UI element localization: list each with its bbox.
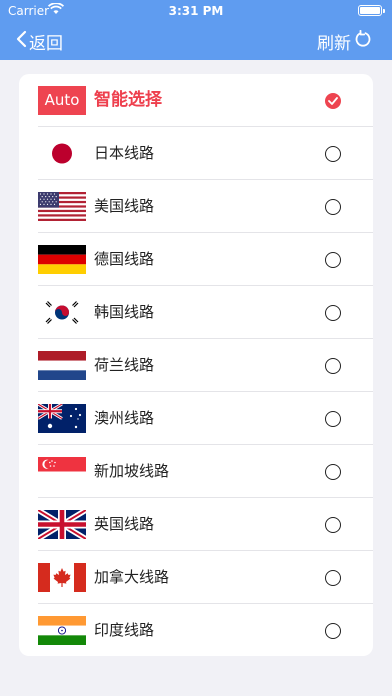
refresh-button[interactable]: 刷新 <box>317 28 372 54</box>
japan-flag-icon <box>38 139 86 168</box>
radio-icon[interactable] <box>325 570 341 586</box>
route-label: 加拿大线路 <box>94 568 170 586</box>
route-row-usa[interactable]: 美国线路 <box>19 180 373 233</box>
route-label: 新加坡线路 <box>94 462 170 480</box>
route-row-uk[interactable]: 英国线路 <box>19 498 373 551</box>
status-bar: Carrier 3:31 PM <box>0 0 392 22</box>
route-label: 德国线路 <box>94 250 155 268</box>
usa-flag-icon <box>38 192 86 221</box>
route-row-korea[interactable]: 韩国线路 <box>19 286 373 339</box>
route-label: 美国线路 <box>94 197 155 215</box>
route-row-germany[interactable]: 德国线路 <box>19 233 373 286</box>
route-label: 澳州线路 <box>94 409 155 427</box>
auto-badge: Auto <box>38 86 86 115</box>
battery-icon <box>358 5 385 16</box>
refresh-icon <box>351 29 372 53</box>
radio-icon[interactable] <box>325 252 341 268</box>
route-row-india[interactable]: 印度线路 <box>19 604 373 656</box>
radio-icon[interactable] <box>325 358 341 374</box>
route-label: 印度线路 <box>94 621 155 639</box>
canada-flag-icon <box>38 563 86 592</box>
route-row-australia[interactable]: 澳州线路 <box>19 392 373 445</box>
india-flag-icon <box>38 616 86 645</box>
radio-icon[interactable] <box>325 305 341 321</box>
route-row-netherlands[interactable]: 荷兰线路 <box>19 339 373 392</box>
route-row-japan[interactable]: 日本线路 <box>19 127 373 180</box>
radio-icon[interactable] <box>325 517 341 533</box>
clock: 3:31 PM <box>168 4 224 18</box>
route-label: 日本线路 <box>94 144 155 162</box>
radio-icon[interactable] <box>325 411 341 427</box>
korea-flag-icon <box>38 298 86 327</box>
back-label: 返回 <box>29 33 63 54</box>
radio-icon[interactable] <box>325 623 341 639</box>
route-label: 智能选择 <box>94 90 162 110</box>
route-row-singapore[interactable]: 新加坡线路 <box>19 445 373 498</box>
nav-bar: 返回 刷新 <box>0 22 392 60</box>
route-row-auto[interactable]: Auto 智能选择 <box>19 74 373 127</box>
route-row-canada[interactable]: 加拿大线路 <box>19 551 373 604</box>
chevron-left-icon <box>16 30 29 53</box>
singapore-flag-icon <box>38 457 86 486</box>
radio-checked-icon[interactable] <box>325 93 341 109</box>
route-label: 荷兰线路 <box>94 356 155 374</box>
radio-icon[interactable] <box>325 199 341 215</box>
netherlands-flag-icon <box>38 351 86 380</box>
route-list: Auto 智能选择 日本线路 美国线路 德国线路 韩国线路 荷兰线路 澳州线路 … <box>19 74 373 656</box>
route-label: 韩国线路 <box>94 303 155 321</box>
uk-flag-icon <box>38 510 86 539</box>
australia-flag-icon <box>38 404 86 433</box>
refresh-label: 刷新 <box>317 33 351 54</box>
germany-flag-icon <box>38 245 86 274</box>
radio-icon[interactable] <box>325 146 341 162</box>
route-label: 英国线路 <box>94 515 155 533</box>
back-button[interactable]: 返回 <box>16 28 63 54</box>
radio-icon[interactable] <box>325 464 341 480</box>
